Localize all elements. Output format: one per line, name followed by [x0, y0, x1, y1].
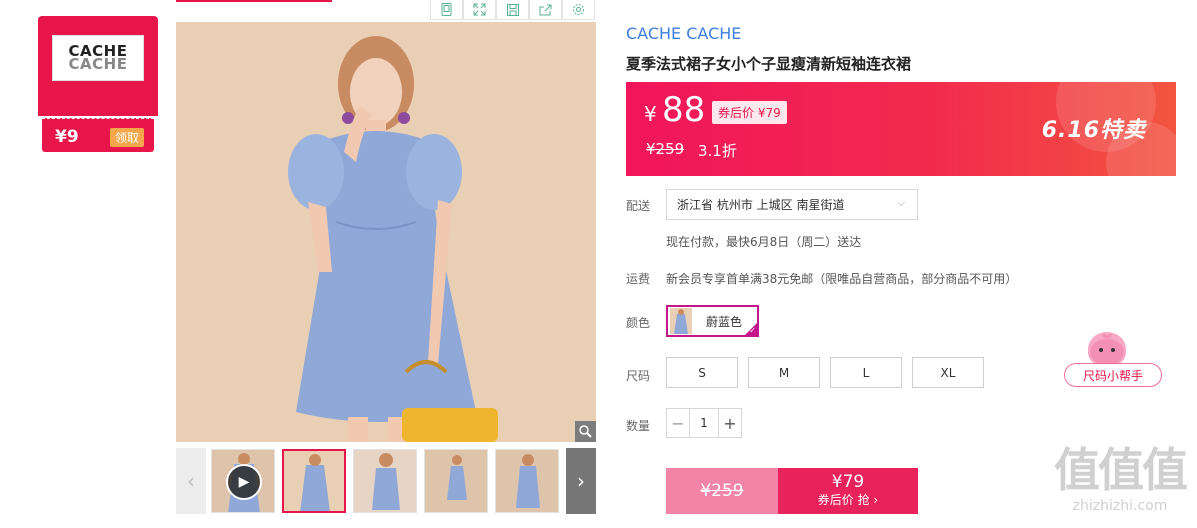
watermark-logo: 值值值: [1054, 443, 1188, 497]
price-banner: ¥ 88 券后价 ¥79 ¥259 3.1折 6.16特卖: [626, 82, 1176, 176]
buy-price: ¥79: [831, 472, 865, 492]
freight-label: 运费: [626, 272, 651, 286]
quantity-stepper: − 1 +: [666, 408, 742, 438]
plus-button[interactable]: +: [719, 409, 741, 437]
thumbnail-strip: ‹ ▶ ›: [176, 448, 596, 514]
chevron-down-icon: ⌵: [897, 198, 905, 209]
coupon-price: ¥9: [55, 127, 79, 147]
color-name: 蔚蓝色: [706, 314, 743, 329]
brand-logo: CACHE CACHE: [52, 35, 144, 81]
thumbnail-image[interactable]: [495, 449, 559, 513]
sale-price: 88: [662, 90, 706, 130]
quantity-label: 数量: [626, 419, 651, 433]
buy-sub-label: 券后价 抢 ›: [817, 493, 879, 507]
color-option[interactable]: 蔚蓝色 ✓: [666, 305, 759, 337]
thumbnail-image[interactable]: [282, 449, 346, 513]
sale-event-label: 6.16特卖: [1041, 118, 1146, 143]
coupon-price-tag: 券后价 ¥79: [712, 101, 787, 124]
shipping-label: 配送: [626, 199, 651, 213]
brand-coupon: ¥9 领取: [42, 118, 154, 152]
size-option-m[interactable]: M: [748, 357, 820, 388]
thumbnail-video[interactable]: ▶: [211, 449, 275, 513]
settings-icon[interactable]: [562, 0, 595, 20]
save-icon[interactable]: [496, 0, 529, 20]
discount-rate: 3.1折: [698, 142, 737, 160]
image-toolbar: [430, 0, 597, 20]
size-option-xl[interactable]: XL: [912, 357, 984, 388]
model-illustration: [176, 22, 596, 442]
brand-card-header: CACHE CACHE: [38, 16, 158, 116]
buy-coupon-price[interactable]: ¥79 券后价 抢 ›: [778, 468, 918, 514]
thumbnail-image[interactable]: [353, 449, 417, 513]
quantity-input[interactable]: 1: [689, 409, 719, 437]
play-icon[interactable]: ▶: [226, 464, 262, 500]
product-title: 夏季法式裙子女小个子显瘦清新短袖连衣裙: [626, 55, 912, 73]
delivery-estimate: 现在付款，最快6月8日（周二）送达: [666, 235, 862, 249]
claim-coupon-button[interactable]: 领取: [109, 128, 144, 147]
mascot-icon: [1088, 332, 1126, 366]
check-icon: ✓: [749, 326, 756, 335]
brand-link[interactable]: CACHE CACHE: [626, 24, 741, 43]
size-option-s[interactable]: S: [666, 357, 738, 388]
watermark: 值值值 zhizhizhi.com: [1046, 444, 1194, 524]
buy-button[interactable]: ¥259 ¥79 券后价 抢 ›: [666, 468, 918, 514]
thumbnail-image[interactable]: [424, 449, 488, 513]
chevron-right-icon[interactable]: ›: [566, 448, 596, 514]
main-product-image[interactable]: [176, 22, 596, 442]
brand-logo-line2: CACHE: [68, 55, 128, 73]
watermark-url: zhizhizhi.com: [1072, 498, 1168, 514]
phone-icon[interactable]: [430, 0, 463, 20]
tab-indicator: [176, 0, 332, 2]
size-helper-button[interactable]: 尺码小帮手: [1064, 363, 1162, 387]
chevron-left-icon[interactable]: ‹: [176, 448, 206, 514]
color-label: 颜色: [626, 316, 651, 330]
size-option-l[interactable]: L: [830, 357, 902, 388]
original-price: ¥259: [646, 140, 685, 158]
location-select[interactable]: 浙江省 杭州市 上城区 南星街道 ⌵: [666, 189, 918, 220]
size-label: 尺码: [626, 369, 651, 383]
color-swatch-image: [670, 308, 692, 334]
size-helper[interactable]: 尺码小帮手: [1064, 332, 1162, 388]
location-value: 浙江省 杭州市 上城区 南星街道: [677, 198, 845, 212]
freight-info: 新会员专享首单满38元免邮（限唯品自营商品，部分商品不可用）: [666, 272, 1018, 286]
currency-symbol: ¥: [644, 102, 657, 126]
share-icon[interactable]: [529, 0, 562, 20]
magnifier-icon[interactable]: [575, 421, 596, 442]
brand-coupon-card[interactable]: CACHE CACHE ¥9 领取: [38, 16, 158, 154]
fullscreen-icon[interactable]: [463, 0, 496, 20]
buy-original-price: ¥259: [666, 468, 778, 514]
minus-button[interactable]: −: [667, 409, 689, 437]
